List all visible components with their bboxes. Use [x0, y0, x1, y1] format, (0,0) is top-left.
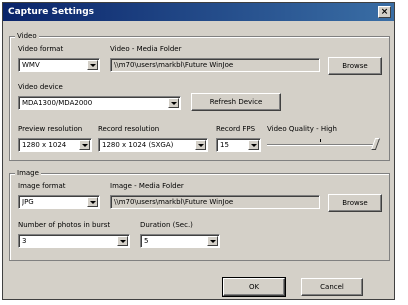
- video-device-value: MDA1300/MDA2000: [22, 99, 93, 107]
- record-resolution-value: 1280 x 1024 (SXGA): [102, 141, 174, 149]
- record-fps-label: Record FPS: [216, 125, 256, 133]
- chevron-down-icon[interactable]: [248, 140, 259, 150]
- video-folder-label: Video - Media Folder: [110, 45, 182, 53]
- image-format-value: JPG: [22, 198, 34, 206]
- refresh-device-button[interactable]: Refresh Device: [191, 93, 281, 111]
- slider-track: [267, 144, 375, 146]
- burst-count-select[interactable]: 3: [18, 234, 130, 248]
- preview-resolution-label: Preview resolution: [18, 125, 83, 133]
- ok-button[interactable]: OK: [222, 277, 286, 297]
- close-button[interactable]: ×: [378, 6, 391, 18]
- video-format-value: WMV: [22, 61, 40, 69]
- video-quality-slider[interactable]: [267, 138, 381, 152]
- video-format-select[interactable]: WMV: [18, 58, 100, 72]
- video-device-select[interactable]: MDA1300/MDA2000: [18, 96, 181, 110]
- record-resolution-label: Record resolution: [98, 125, 160, 133]
- image-folder-label: Image - Media Folder: [110, 182, 184, 190]
- image-format-select[interactable]: JPG: [18, 195, 100, 209]
- chevron-down-icon[interactable]: [168, 98, 179, 108]
- duration-select[interactable]: 5: [140, 234, 220, 248]
- burst-count-label: Number of photos in burst: [18, 221, 111, 229]
- video-format-label: Video format: [18, 45, 64, 53]
- slider-thumb[interactable]: [370, 138, 381, 150]
- image-browse-button[interactable]: Browse: [328, 194, 382, 212]
- video-folder-field[interactable]: \\m70\users\markbl\Future WinJoe: [110, 58, 320, 72]
- image-group: Image Image format JPG Image - Media Fol…: [9, 169, 390, 261]
- dialog-title: Capture Settings: [8, 7, 94, 17]
- video-device-label: Video device: [18, 83, 63, 91]
- preview-resolution-select[interactable]: 1280 x 1024: [18, 138, 92, 152]
- chevron-down-icon[interactable]: [117, 236, 128, 246]
- video-group: Video Video format WMV Video - Media Fol…: [9, 32, 390, 161]
- duration-value: 5: [144, 237, 149, 245]
- title-bar[interactable]: Capture Settings ×: [3, 3, 394, 21]
- capture-settings-dialog: Capture Settings × Video Video format WM…: [2, 2, 395, 300]
- video-browse-button[interactable]: Browse: [328, 57, 382, 75]
- chevron-down-icon[interactable]: [87, 60, 98, 70]
- close-icon: ×: [380, 7, 389, 17]
- image-folder-field[interactable]: \\m70\users\markbl\Future WinJoe: [110, 195, 320, 209]
- image-group-label: Image: [15, 169, 41, 178]
- cancel-button[interactable]: Cancel: [301, 278, 363, 296]
- preview-resolution-value: 1280 x 1024: [22, 141, 67, 149]
- chevron-down-icon[interactable]: [79, 140, 90, 150]
- record-fps-select[interactable]: 15: [216, 138, 261, 152]
- slider-tick: [320, 139, 321, 142]
- record-fps-value: 15: [220, 141, 229, 149]
- duration-label: Duration (Sec.): [140, 221, 193, 229]
- image-format-label: Image format: [18, 182, 66, 190]
- chevron-down-icon[interactable]: [207, 236, 218, 246]
- record-resolution-select[interactable]: 1280 x 1024 (SXGA): [98, 138, 208, 152]
- chevron-down-icon[interactable]: [195, 140, 206, 150]
- chevron-down-icon[interactable]: [87, 197, 98, 207]
- video-group-label: Video: [15, 32, 39, 41]
- video-quality-label: Video Quality - High: [267, 125, 337, 133]
- burst-count-value: 3: [22, 237, 27, 245]
